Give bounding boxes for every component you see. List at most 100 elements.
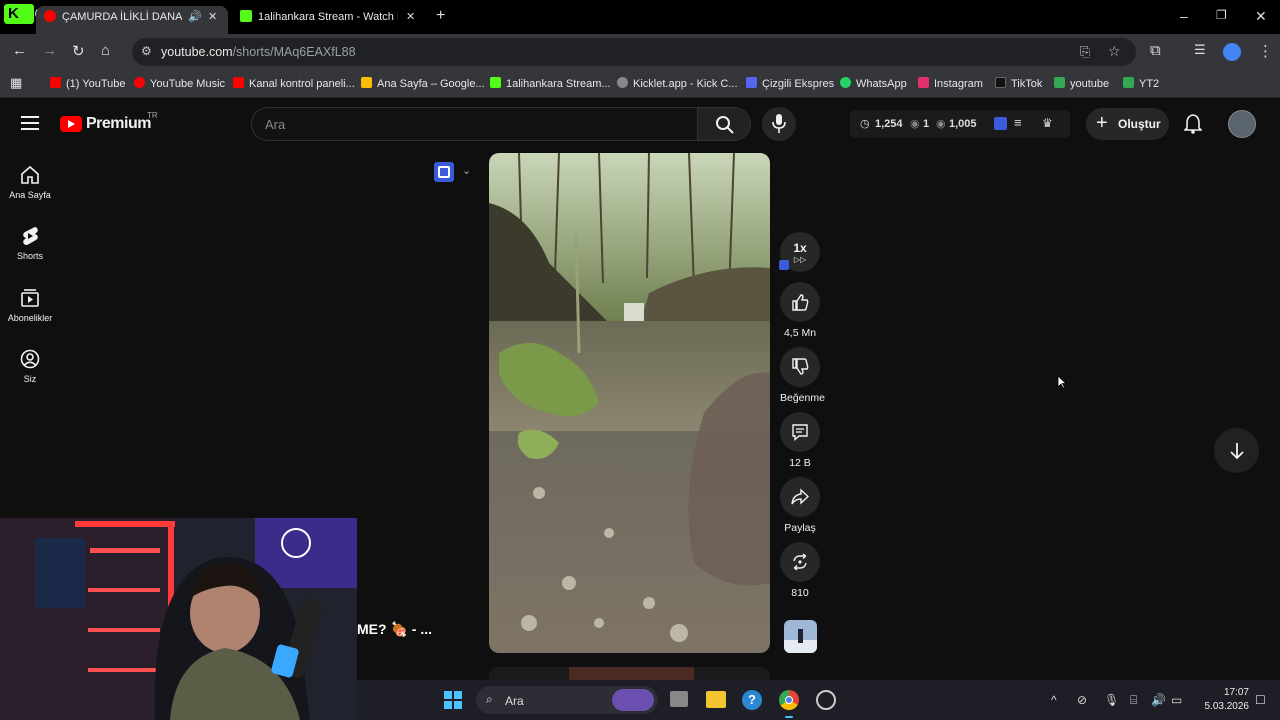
kick-icon bbox=[490, 77, 501, 88]
media-control-icon[interactable]: ☰ bbox=[1194, 42, 1206, 58]
bookmark-item[interactable]: WhatsApp bbox=[840, 77, 907, 90]
restore-icon[interactable]: ❐ bbox=[1216, 8, 1227, 22]
sound-thumbnail-image bbox=[784, 620, 817, 653]
show-hidden-icons[interactable]: ^ bbox=[1051, 693, 1057, 707]
microphone-icon bbox=[772, 114, 786, 133]
search-input[interactable]: Ara bbox=[251, 107, 698, 141]
clock-date[interactable]: 5.03.2026 bbox=[1192, 701, 1250, 712]
search-icon: ⌕ bbox=[486, 692, 493, 706]
file-explorer-icon[interactable] bbox=[706, 691, 726, 708]
google-drive-icon bbox=[361, 77, 372, 88]
reload-icon[interactable]: ↻ bbox=[72, 42, 85, 60]
sound-thumbnail[interactable] bbox=[784, 620, 817, 653]
home-icon[interactable]: ⌂ bbox=[101, 42, 110, 59]
bookmark-star-icon[interactable]: ☆ bbox=[1108, 43, 1121, 60]
site-info-icon[interactable]: ⚙ bbox=[141, 44, 152, 58]
hamburger-menu-icon[interactable] bbox=[21, 116, 39, 130]
like-button[interactable]: 4,5 Mn bbox=[780, 282, 820, 339]
obs-icon[interactable] bbox=[816, 690, 836, 710]
video-frame-image bbox=[489, 153, 770, 653]
sidebar-item-home[interactable]: Ana Sayfa bbox=[0, 165, 60, 200]
tab-title: ÇAMURDA İLİKLİ DANA İNCİK bbox=[62, 11, 182, 23]
menu-dots-icon[interactable]: ⋮ bbox=[1258, 42, 1273, 60]
premium-logo-text[interactable]: Premium bbox=[86, 115, 151, 133]
extension-stats-bar[interactable]: ◷ 1,254 ◉ 1 ◉ 1,005 ≡ ♛ bbox=[850, 110, 1070, 138]
trophy-icon[interactable]: ♛ bbox=[1042, 116, 1053, 130]
extensions-icon[interactable]: ⧉ bbox=[1150, 42, 1161, 59]
notifications-off-icon[interactable]: ⊘ bbox=[1077, 693, 1087, 707]
plus-icon: + bbox=[1096, 112, 1108, 134]
bookmark-item[interactable]: Kanal kontrol paneli... bbox=[233, 77, 355, 90]
sheet-icon bbox=[1054, 77, 1065, 88]
instagram-icon bbox=[918, 77, 929, 88]
apps-grid-icon[interactable]: ▦ bbox=[10, 75, 22, 91]
create-button[interactable]: + Oluştur bbox=[1086, 108, 1169, 140]
thumbs-down-icon bbox=[792, 358, 809, 375]
battery-icon[interactable]: ▭ bbox=[1171, 693, 1182, 707]
dislike-button[interactable]: Beğenme bbox=[780, 347, 825, 404]
share-button[interactable]: Paylaş bbox=[780, 477, 820, 534]
chevron-down-icon[interactable]: ⌄ bbox=[462, 164, 471, 177]
back-icon[interactable]: ← bbox=[12, 42, 27, 59]
webcam-overlay bbox=[0, 518, 357, 720]
address-bar[interactable]: ⚙ youtube.com/shorts/MAq6EAXfL88 ⎘ ☆ bbox=[132, 38, 1136, 66]
next-short-button[interactable] bbox=[1214, 428, 1259, 473]
tab-inactive[interactable]: 1alihankara Stream - Watch Live ✕ bbox=[232, 6, 424, 34]
speaker-icon[interactable]: 🔊 bbox=[188, 6, 202, 28]
forward-icon[interactable]: → bbox=[42, 42, 57, 59]
taskbar-search-input[interactable]: ⌕ Ara bbox=[476, 686, 658, 714]
chrome-icon[interactable] bbox=[779, 690, 799, 710]
notification-center-icon[interactable]: ☐ bbox=[1255, 693, 1266, 707]
list-icon[interactable]: ≡ bbox=[1014, 115, 1022, 130]
voice-search-button[interactable] bbox=[762, 107, 796, 141]
stat-eye-count: 1,005 bbox=[949, 118, 977, 130]
bookmark-item[interactable]: youtube bbox=[1054, 77, 1109, 90]
profile-avatar-icon[interactable] bbox=[1223, 43, 1241, 61]
clock-time[interactable]: 17:07 bbox=[1205, 687, 1249, 698]
sheet-icon bbox=[1123, 77, 1134, 88]
network-icon[interactable]: ⌸ bbox=[1130, 693, 1137, 708]
bookmark-item[interactable]: Ana Sayfa – Google... bbox=[361, 77, 485, 90]
tab-active[interactable]: ÇAMURDA İLİKLİ DANA İNCİK 🔊 ✕ bbox=[36, 6, 228, 34]
install-app-icon[interactable]: ⎘ bbox=[1080, 44, 1090, 60]
bookmark-item[interactable]: (1) YouTube bbox=[50, 77, 126, 90]
minimize-icon[interactable]: – bbox=[1180, 8, 1188, 24]
search-button[interactable] bbox=[697, 107, 751, 141]
microphone-tray-icon[interactable]: 🎙 bbox=[1104, 693, 1119, 707]
iq-extension-icon[interactable] bbox=[994, 117, 1007, 130]
bookmark-item[interactable]: TikTok bbox=[995, 77, 1042, 90]
close-window-icon[interactable]: ✕ bbox=[1255, 8, 1267, 25]
sidebar-item-shorts[interactable]: Shorts bbox=[0, 226, 60, 261]
windows-start-icon[interactable] bbox=[444, 691, 462, 709]
volume-icon[interactable]: 🔊 bbox=[1151, 693, 1166, 707]
bookmark-item[interactable]: 1alihankara Stream... bbox=[490, 77, 611, 90]
tiktok-icon bbox=[995, 77, 1006, 88]
task-view-icon[interactable] bbox=[670, 691, 688, 707]
next-short-preview[interactable] bbox=[489, 667, 770, 680]
taskbar-search-placeholder: Ara bbox=[505, 694, 524, 708]
help-icon[interactable]: ? bbox=[742, 690, 762, 710]
playback-speed-button[interactable]: 1x ▷▷ bbox=[780, 232, 820, 277]
shorts-video-player[interactable] bbox=[489, 153, 770, 653]
bookmark-item[interactable]: Çizgili Ekspres bbox=[746, 77, 834, 90]
comments-button[interactable]: 12 B bbox=[780, 412, 820, 469]
like-count: 4,5 Mn bbox=[783, 327, 817, 339]
youtube-logo-icon[interactable] bbox=[60, 116, 82, 132]
kicklet-icon bbox=[617, 77, 628, 88]
close-tab-icon[interactable]: ✕ bbox=[406, 6, 415, 28]
bookmark-item[interactable]: Kicklet.app - Kick C... bbox=[617, 77, 738, 90]
bookmark-item[interactable]: Instagram bbox=[918, 77, 983, 90]
account-avatar[interactable] bbox=[1228, 110, 1256, 138]
remix-button[interactable]: 810 bbox=[780, 542, 820, 599]
sidebar-item-you[interactable]: Siz bbox=[0, 349, 60, 384]
iq-extension-icon[interactable] bbox=[434, 162, 454, 182]
bookmark-item[interactable]: YT2 bbox=[1123, 77, 1159, 90]
search-icon bbox=[716, 116, 734, 134]
iq-extension-icon bbox=[779, 260, 789, 270]
close-tab-icon[interactable]: ✕ bbox=[208, 6, 217, 28]
sidebar-item-subscriptions[interactable]: Abonelikler bbox=[0, 288, 60, 323]
notifications-bell-icon[interactable] bbox=[1184, 114, 1202, 134]
new-tab-icon[interactable]: + bbox=[436, 7, 445, 25]
kick-logo-icon: K6 bbox=[4, 4, 42, 24]
bookmark-item[interactable]: YouTube Music bbox=[134, 77, 225, 90]
